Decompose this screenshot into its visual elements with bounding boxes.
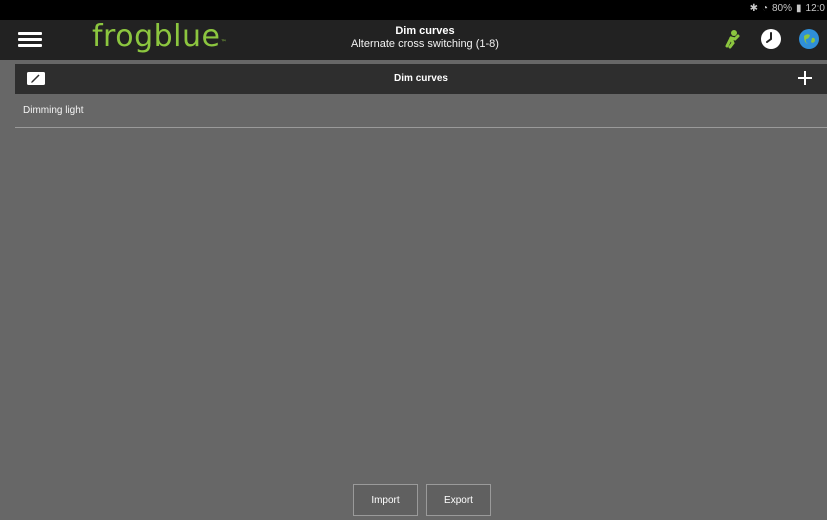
menu-icon-line [18,44,42,47]
status-indicators: ✱ ◔ 80% ▮ 12:0 [750,3,825,14]
list-item-label: Dimming light [23,105,84,116]
page-subtitle: Alternate cross switching (1-8) [351,38,499,50]
page-title: Dim curves [395,25,455,37]
page-title-block: Dim curves Alternate cross switching (1-… [300,25,550,51]
frogblue-logo: frogblue™ [92,20,227,60]
battery-icon: ▮ [796,3,802,14]
status-time: 12:0 [805,3,825,14]
add-button[interactable] [795,68,815,88]
app-bar: frogblue™ Dim curves Alternate cross swi… [0,20,827,60]
wifi-icon: ◔ [761,3,768,14]
menu-icon-line [18,32,42,35]
menu-icon-line [18,38,42,41]
logo-trademark: ™ [220,39,227,46]
person-icon[interactable] [721,27,745,51]
menu-button[interactable] [18,32,42,48]
status-bar: ✱ ◔ 80% ▮ 12:0 [0,0,827,20]
export-button[interactable]: Export [426,484,491,516]
bluetooth-icon: ✱ [749,3,758,14]
logo-text: frogblue [92,19,221,54]
section-title: Dim curves [394,73,448,84]
list-item[interactable]: Dimming light [15,95,827,128]
dim-curves-header: Dim curves [15,64,827,94]
battery-percent: 80% [772,3,793,14]
import-button[interactable]: Import [353,484,418,516]
clock-icon[interactable] [759,27,783,51]
globe-icon[interactable] [797,27,821,51]
